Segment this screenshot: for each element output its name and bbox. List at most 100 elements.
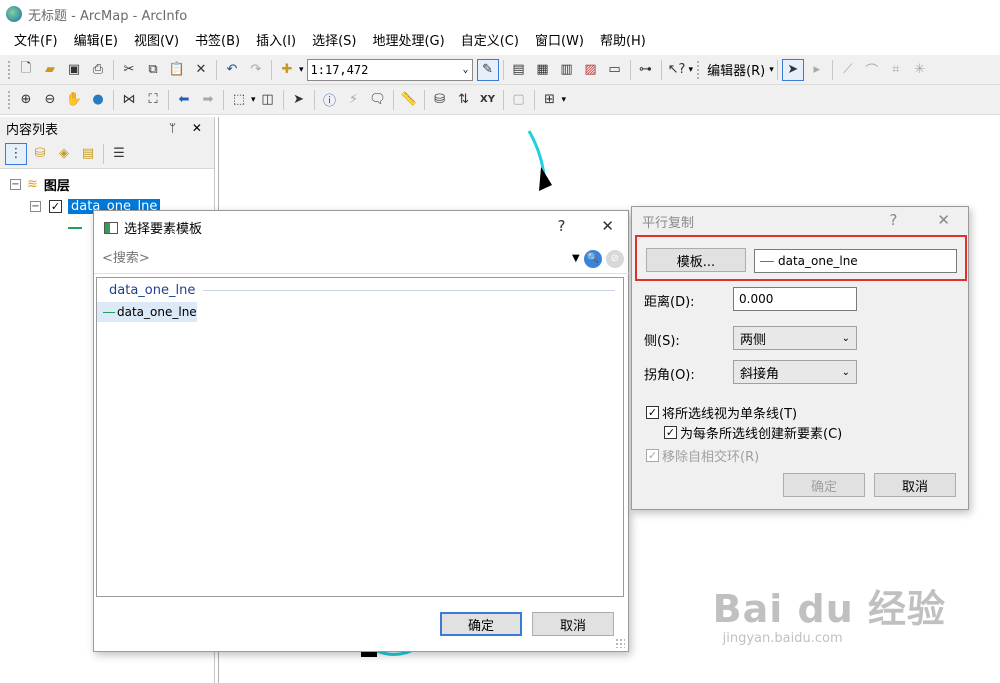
corner-select[interactable]: 斜接角 ⌄	[733, 360, 857, 384]
treat-as-single-line-checkbox[interactable]: ✓	[646, 406, 659, 419]
open-folder-icon[interactable]: ▰	[39, 59, 61, 81]
collapse-icon[interactable]: −	[30, 200, 41, 212]
undo-icon[interactable]: ↶	[221, 59, 243, 81]
measure-icon[interactable]: 📏	[398, 89, 420, 111]
new-feature-per-line-checkbox[interactable]: ✓	[664, 426, 677, 439]
list-by-visibility-icon[interactable]: ◈	[53, 143, 75, 165]
map-scale-combo[interactable]: 1:17,472 ⌄	[306, 58, 473, 81]
create-viewer-window-icon[interactable]: ⊞	[539, 89, 561, 111]
print-icon[interactable]: ⎙	[87, 59, 109, 81]
search-window-icon[interactable]: ▥	[556, 59, 578, 81]
ok-button[interactable]: 确定	[440, 612, 522, 636]
menu-edit[interactable]: 编辑(E)	[66, 31, 126, 53]
toolbar-grip[interactable]	[696, 59, 701, 80]
search-icon[interactable]: 🔍	[583, 249, 602, 268]
list-by-selection-icon[interactable]: ▤	[77, 143, 99, 165]
cut-icon[interactable]: ✂	[118, 59, 140, 81]
back-extent-icon[interactable]: ⬅	[173, 89, 195, 111]
edit-tool-icon[interactable]: ➤	[781, 58, 804, 81]
editor-toolbar-icon[interactable]: ✎	[476, 58, 499, 81]
toolbar-separator	[660, 59, 662, 80]
menu-bookmarks[interactable]: 书签(B)	[187, 31, 248, 53]
delete-icon[interactable]: ✕	[190, 59, 212, 81]
menu-selection[interactable]: 选择(S)	[304, 31, 364, 53]
edit-annotation-tool-icon[interactable]: ▸	[806, 59, 828, 81]
toolbar-grip[interactable]	[7, 89, 11, 110]
toc-options-icon[interactable]: ☰	[108, 143, 130, 165]
editor-dropdown-icon[interactable]: ▾	[769, 65, 774, 75]
trace-tool-icon[interactable]: ⌗	[885, 59, 907, 81]
toolbar-options-icon[interactable]: ▾	[689, 65, 694, 75]
zoom-in-icon[interactable]: ⊕	[15, 89, 37, 111]
redo-icon[interactable]: ↷	[245, 59, 267, 81]
fixed-zoom-out-icon[interactable]: ⛶	[142, 89, 164, 111]
whats-this-help-icon[interactable]: ↖?	[666, 59, 688, 81]
collapse-icon[interactable]: −	[10, 178, 21, 190]
add-data-icon[interactable]: ✚	[276, 59, 298, 81]
arctoolbox-icon[interactable]: ▨	[580, 59, 602, 81]
menu-insert[interactable]: 插入(I)	[248, 31, 304, 53]
toolbar-grip[interactable]	[7, 59, 11, 80]
template-value-field[interactable]: data_one_lne	[754, 249, 957, 273]
find-binoculars-icon[interactable]: ⛁	[429, 89, 451, 111]
menu-customize[interactable]: 自定义(C)	[453, 31, 527, 53]
select-elements-icon[interactable]: ➤	[288, 89, 310, 111]
help-button[interactable]: ?	[889, 211, 897, 229]
pan-hand-icon[interactable]: ✋	[63, 89, 85, 111]
resize-grip[interactable]	[615, 638, 625, 648]
copy-icon[interactable]: ⧉	[142, 59, 164, 81]
menu-help[interactable]: 帮助(H)	[592, 31, 654, 53]
identify-icon[interactable]: ⓘ	[319, 89, 341, 111]
cancel-button[interactable]: 取消	[532, 612, 614, 636]
html-popup-icon[interactable]: 🗨	[367, 89, 389, 111]
menu-file[interactable]: 文件(F)	[6, 31, 66, 53]
python-window-icon[interactable]: ▭	[604, 59, 626, 81]
close-button[interactable]: ✕	[601, 217, 614, 235]
toolbar-options-icon[interactable]: ▾	[562, 95, 567, 105]
clear-selection-icon[interactable]: ◫	[257, 89, 279, 111]
remove-self-intersect-checkbox: ✓	[646, 449, 659, 462]
new-document-icon[interactable]: 🗋	[15, 59, 37, 81]
toc-pin-close-icon[interactable]: ᛘ ✕	[169, 121, 208, 135]
cancel-button[interactable]: 取消	[874, 473, 956, 497]
endpoint-arc-icon[interactable]: ⌒	[861, 59, 883, 81]
distance-input[interactable]: 0.000	[733, 287, 857, 311]
clear-search-icon[interactable]: ⊘	[605, 249, 624, 268]
layers-root-row[interactable]: − ≋ 图层	[0, 173, 214, 195]
full-extent-globe-icon[interactable]: ●	[87, 89, 109, 111]
cursor-arrow-icon	[539, 167, 552, 191]
new-feature-per-line-option[interactable]: ✓ 为每条所选线创建新要素(C)	[664, 423, 842, 442]
menu-windows[interactable]: 窗口(W)	[527, 31, 592, 53]
fixed-zoom-in-icon[interactable]: ⋈	[118, 89, 140, 111]
select-features-icon[interactable]: ⬚	[228, 89, 250, 111]
template-search-input[interactable]	[100, 247, 570, 270]
help-button[interactable]: ?	[557, 217, 565, 235]
time-slider-icon[interactable]: ▢	[508, 89, 530, 111]
table-of-contents-icon[interactable]: ▤	[508, 59, 530, 81]
menu-geoprocessing[interactable]: 地理处理(G)	[364, 31, 452, 53]
menu-view[interactable]: 视图(V)	[126, 31, 187, 53]
save-icon[interactable]: ▣	[63, 59, 85, 81]
model-builder-icon[interactable]: ⊶	[635, 59, 657, 81]
close-button[interactable]: ✕	[937, 211, 950, 229]
hyperlink-icon[interactable]: ⚡	[343, 89, 365, 111]
select-dropdown-icon[interactable]: ▾	[251, 95, 256, 105]
find-route-icon[interactable]: ⇅	[453, 89, 475, 111]
search-dropdown-icon[interactable]: ▼	[572, 253, 580, 264]
editor-menu[interactable]: 编辑器(R)	[703, 60, 769, 79]
template-item[interactable]: data_one_lne	[97, 302, 197, 322]
forward-extent-icon[interactable]: ➡	[197, 89, 219, 111]
catalog-icon[interactable]: ▦	[532, 59, 554, 81]
list-by-source-icon[interactable]: ⛁	[29, 143, 51, 165]
list-by-drawing-order-icon[interactable]: ⋮	[5, 142, 27, 165]
side-select[interactable]: 两侧 ⌄	[733, 326, 857, 350]
add-data-dropdown-icon[interactable]: ▾	[299, 65, 304, 75]
go-to-xy-icon[interactable]: XY	[477, 89, 499, 111]
straight-segment-icon[interactable]: ⟋	[837, 59, 859, 81]
paste-icon[interactable]: 📋	[166, 59, 188, 81]
layer-visibility-checkbox[interactable]: ✓	[49, 199, 62, 213]
template-button[interactable]: 模板...	[646, 248, 746, 272]
zoom-out-icon[interactable]: ⊖	[39, 89, 61, 111]
treat-as-single-line-option[interactable]: ✓ 将所选线视为单条线(T)	[646, 403, 797, 422]
point-tool-icon[interactable]: ✳	[909, 59, 931, 81]
